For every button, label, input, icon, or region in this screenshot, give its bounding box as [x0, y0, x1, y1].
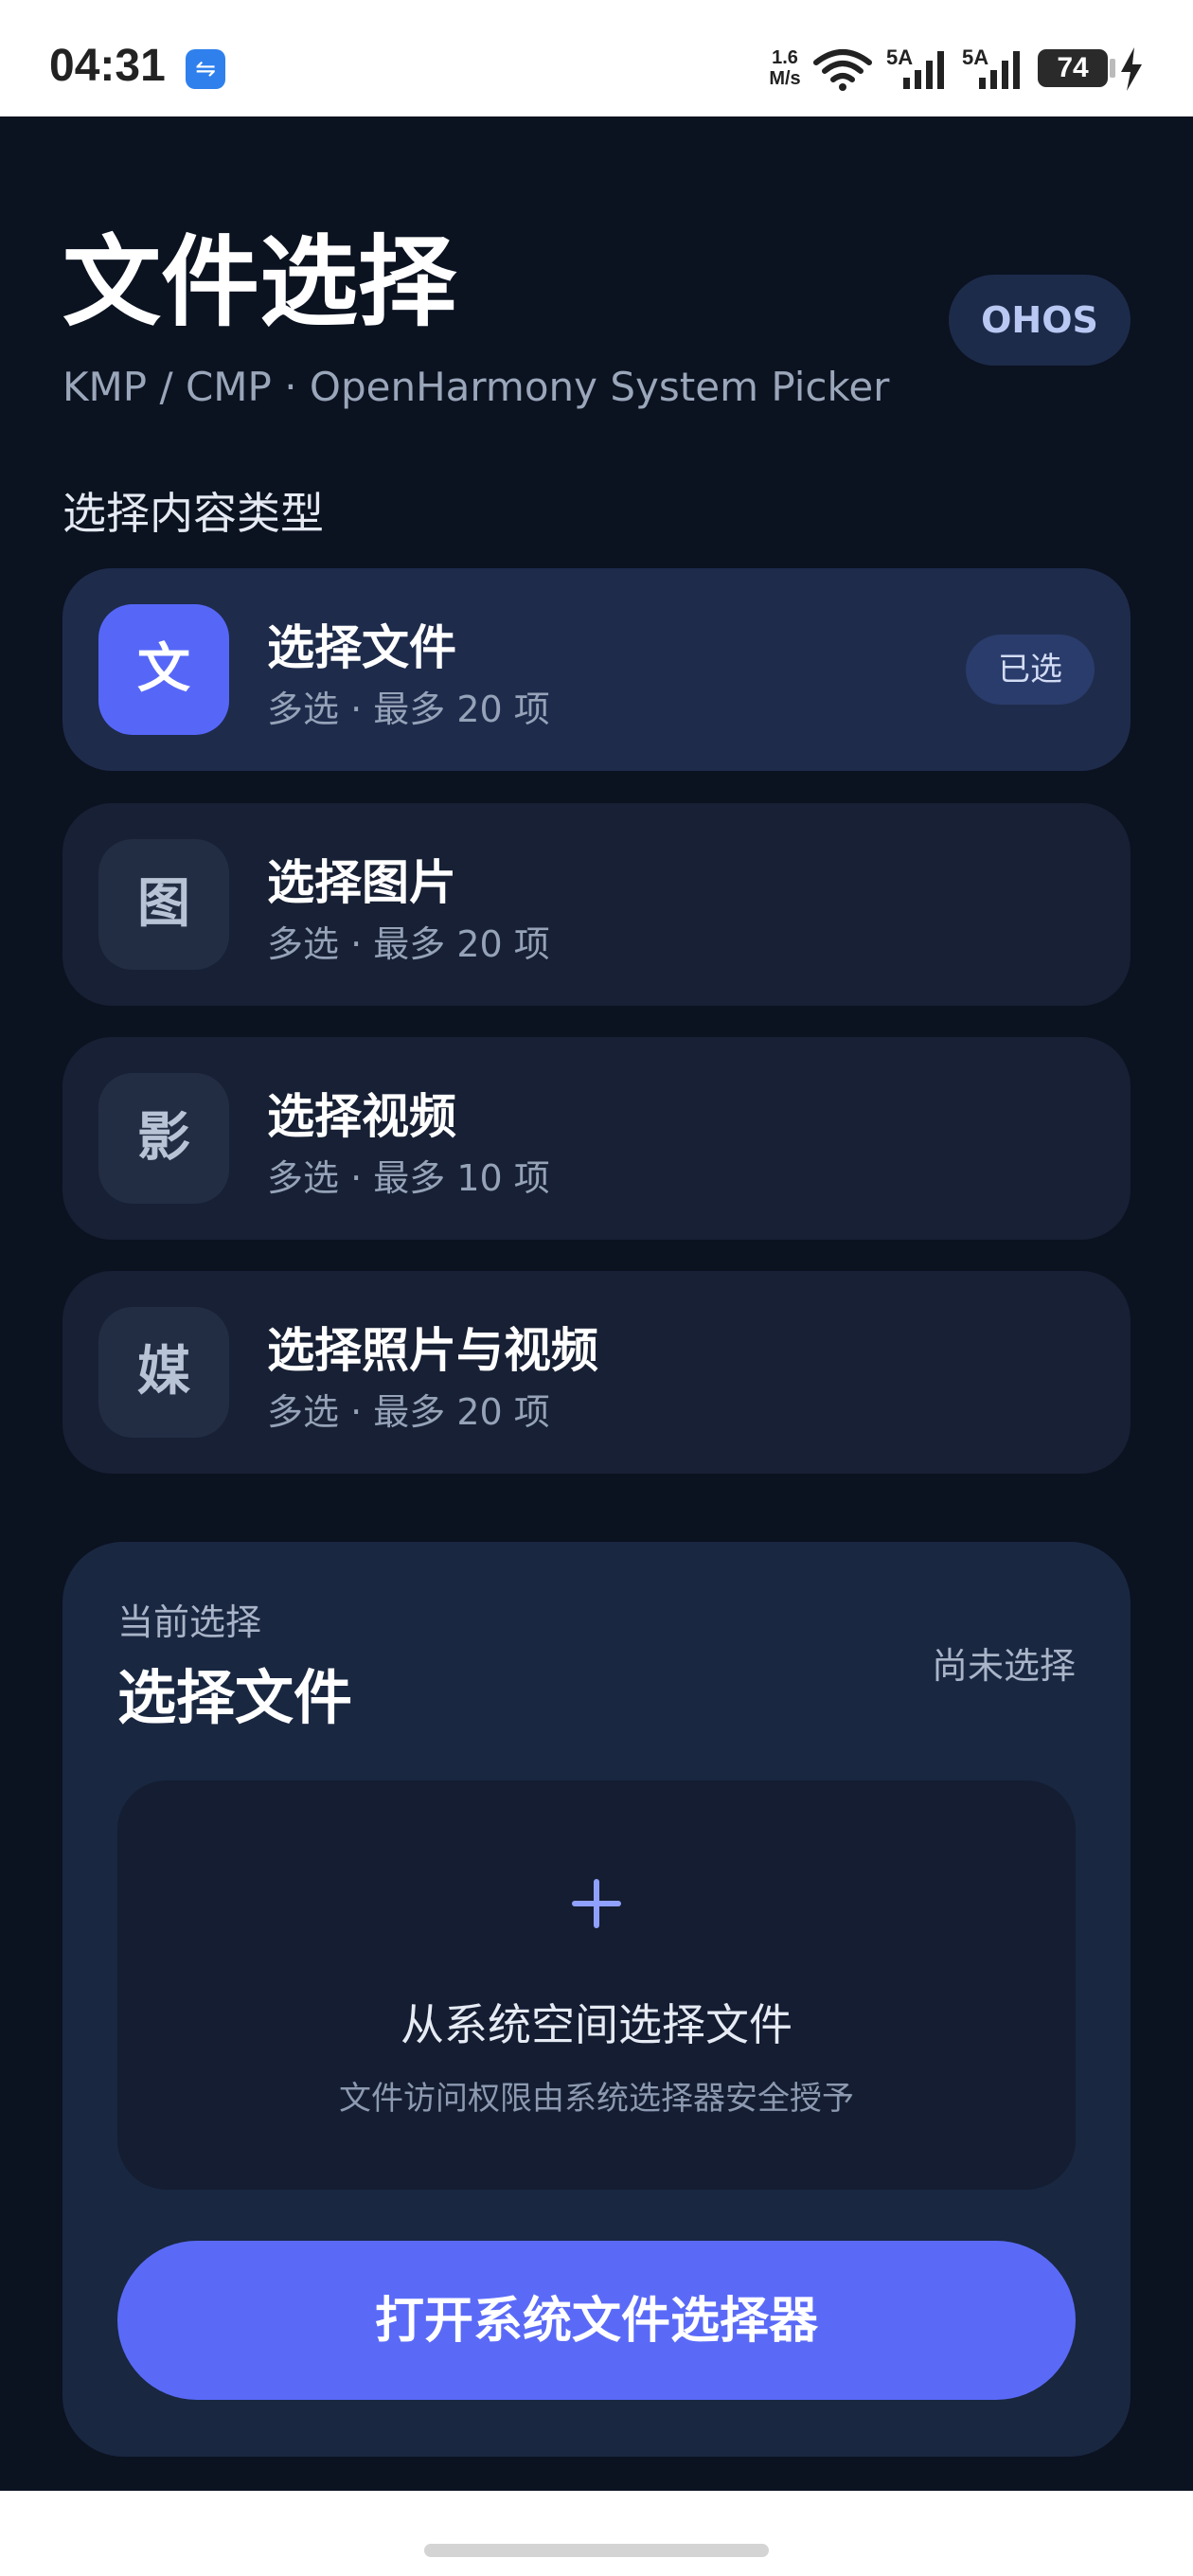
battery-tip	[1110, 59, 1115, 78]
option-select-image[interactable]: 图 选择图片 多选 · 最多 20 项	[62, 803, 1131, 1006]
option-title: 选择图片	[267, 855, 456, 910]
wifi-icon	[813, 49, 872, 91]
current-selection-value: 选择文件	[117, 1663, 353, 1732]
current-selection-label: 当前选择	[117, 1601, 262, 1643]
option-title: 选择文件	[267, 620, 456, 675]
page-title: 文件选择	[62, 224, 457, 340]
usb-icon: ⇋	[186, 49, 225, 89]
option-select-photo-video[interactable]: 媒 选择照片与视频 多选 · 最多 20 项	[62, 1271, 1131, 1474]
network-speed-value: 1.6	[772, 47, 798, 68]
selected-badge: 已选	[966, 635, 1095, 705]
plus-icon	[572, 1879, 621, 1928]
option-select-video[interactable]: 影 选择视频 多选 · 最多 10 项	[62, 1037, 1131, 1240]
battery-icon: 74	[1038, 49, 1108, 87]
video-icon: 影	[98, 1073, 229, 1204]
home-indicator[interactable]	[424, 2544, 769, 2557]
image-icon: 图	[98, 839, 229, 970]
status-bar: 04:31 ⇋ 1.6 M/s 5A 5A 74	[0, 0, 1193, 116]
option-desc: 多选 · 最多 20 项	[267, 1391, 550, 1433]
network-speed-unit: M/s	[769, 68, 801, 89]
status-time: 04:31	[49, 41, 166, 91]
navigation-bar	[0, 2491, 1193, 2576]
drop-zone-hint: 文件访问权限由系统选择器安全授予	[339, 2080, 854, 2118]
selection-status: 尚未选择	[931, 1645, 1076, 1687]
file-icon: 文	[98, 604, 229, 735]
option-select-file[interactable]: 文 选择文件 多选 · 最多 20 项 已选	[62, 568, 1131, 771]
file-drop-zone[interactable]: 从系统空间选择文件 文件访问权限由系统选择器安全授予	[117, 1780, 1076, 2190]
platform-badge: OHOS	[949, 275, 1131, 366]
option-desc: 多选 · 最多 10 项	[267, 1157, 550, 1199]
section-label: 选择内容类型	[62, 488, 324, 539]
network-speed: 1.6 M/s	[759, 47, 810, 89]
open-file-picker-button[interactable]: 打开系统文件选择器	[117, 2241, 1076, 2400]
option-desc: 多选 · 最多 20 项	[267, 689, 550, 730]
option-title: 选择视频	[267, 1089, 456, 1144]
drop-zone-title: 从系统空间选择文件	[401, 1999, 792, 2050]
current-selection-panel: 当前选择 选择文件 尚未选择 从系统空间选择文件 文件访问权限由系统选择器安全授…	[62, 1542, 1131, 2457]
page-subtitle: KMP / CMP · OpenHarmony System Picker	[62, 364, 890, 410]
option-desc: 多选 · 最多 20 项	[267, 923, 550, 965]
option-title: 选择照片与视频	[267, 1323, 598, 1378]
media-icon: 媒	[98, 1307, 229, 1438]
charging-bolt-icon	[1121, 47, 1142, 91]
